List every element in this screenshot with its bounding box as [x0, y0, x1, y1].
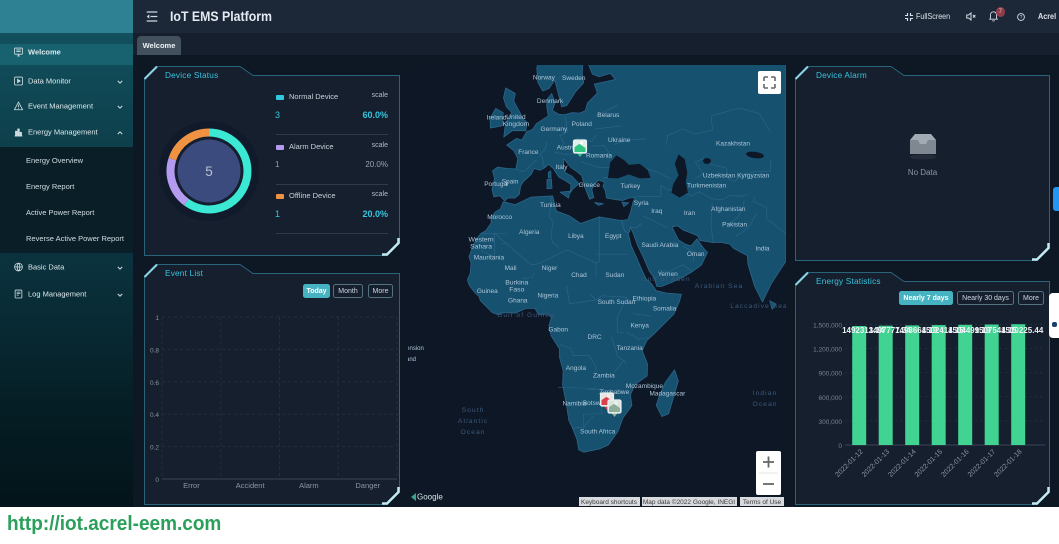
svg-text:5: 5 — [205, 164, 213, 179]
svg-text:Namibia: Namibia — [562, 401, 586, 408]
svg-text:Gulf of Aden: Gulf of Aden — [641, 276, 690, 283]
svg-text:Tanzania: Tanzania — [617, 345, 643, 352]
svg-text:?: ? — [1019, 15, 1022, 21]
svg-text:UnitedKingdom: United Kingdom — [502, 114, 529, 128]
svg-text:Kazakhstan: Kazakhstan — [716, 141, 750, 148]
svg-text:Ethiopia: Ethiopia — [633, 296, 657, 303]
svg-text:Ocean: Ocean — [460, 429, 485, 436]
svg-text:Ocean: Ocean — [752, 401, 777, 408]
svg-text:Niger: Niger — [542, 265, 558, 272]
svg-text:Terms of Use: Terms of Use — [743, 499, 782, 506]
svg-text:1: 1 — [155, 315, 159, 322]
svg-text:Ghana: Ghana — [508, 298, 528, 305]
svg-text:Turkmenistan: Turkmenistan — [687, 183, 727, 190]
svg-text:1,200,000: 1,200,000 — [813, 347, 842, 354]
svg-text:Arabian Sea: Arabian Sea — [695, 283, 743, 290]
svg-text:Mozambique: Mozambique — [626, 383, 664, 390]
svg-text:Poland: Poland — [572, 121, 593, 128]
svg-text:Libya: Libya — [568, 233, 584, 240]
svg-text:Mali: Mali — [505, 265, 517, 272]
svg-text:Oman: Oman — [687, 251, 705, 258]
svg-text:Belarus: Belarus — [597, 112, 620, 119]
svg-text:Google: Google — [417, 493, 443, 502]
svg-text:Gulf of Guinea: Gulf of Guinea — [497, 312, 555, 319]
svg-text:Portugal: Portugal — [484, 181, 509, 188]
svg-text:Laccadive Sea: Laccadive Sea — [730, 303, 786, 310]
svg-text:Sudan: Sudan — [605, 272, 624, 279]
svg-text:Kyrgyzstan: Kyrgyzstan — [737, 173, 770, 180]
svg-text:1,500,000: 1,500,000 — [813, 323, 842, 330]
svg-text:Alarm: Alarm — [299, 481, 319, 490]
svg-text:Iran: Iran — [684, 210, 696, 217]
svg-text:Syria: Syria — [634, 200, 649, 207]
svg-text:600,000: 600,000 — [819, 395, 843, 402]
svg-text:Atlantic: Atlantic — [458, 418, 488, 425]
svg-text:Mauritania: Mauritania — [474, 255, 505, 262]
svg-text:Italy: Italy — [556, 164, 569, 171]
svg-text:Guinea: Guinea — [477, 288, 498, 295]
svg-text:Island: Island — [408, 357, 416, 363]
svg-text:Madagascar: Madagascar — [650, 391, 687, 398]
svg-text:900,000: 900,000 — [819, 371, 843, 378]
svg-text:Kenya: Kenya — [630, 322, 649, 329]
svg-text:Sweden: Sweden — [562, 75, 586, 82]
svg-text:Ascension: Ascension — [408, 346, 424, 352]
svg-text:Somalia: Somalia — [653, 306, 677, 313]
svg-text:Ireland: Ireland — [487, 114, 507, 121]
svg-text:0.4: 0.4 — [150, 412, 159, 419]
svg-text:300,000: 300,000 — [819, 419, 843, 426]
svg-text:Turkey: Turkey — [621, 183, 641, 190]
svg-text:WesternSahara: Western Sahara — [469, 237, 494, 251]
svg-text:India: India — [755, 246, 769, 253]
svg-text:0: 0 — [838, 443, 842, 450]
svg-text:Nigeria: Nigeria — [538, 292, 559, 299]
svg-text:South Sudan: South Sudan — [598, 299, 636, 306]
svg-text:Denmark: Denmark — [537, 98, 564, 105]
svg-text:0.8: 0.8 — [150, 347, 159, 354]
svg-text:Zambia: Zambia — [593, 373, 615, 380]
svg-text:Norway: Norway — [533, 74, 556, 81]
svg-text:Iraq: Iraq — [651, 208, 663, 215]
svg-text:Egypt: Egypt — [605, 233, 622, 240]
svg-text:0: 0 — [155, 477, 159, 484]
svg-text:Indian: Indian — [753, 390, 778, 397]
svg-text:Ukraine: Ukraine — [608, 137, 631, 144]
svg-text:South: South — [462, 407, 485, 414]
svg-text:Tunisia: Tunisia — [540, 202, 561, 209]
svg-text:Keyboard shortcuts: Keyboard shortcuts — [581, 499, 638, 506]
svg-text:Morocco: Morocco — [487, 214, 512, 221]
svg-text:Error: Error — [183, 481, 200, 490]
svg-text:South Africa: South Africa — [580, 428, 615, 435]
svg-text:Chad: Chad — [571, 272, 587, 279]
svg-text:France: France — [518, 149, 539, 156]
svg-text:0.6: 0.6 — [150, 380, 159, 387]
svg-text:Romania: Romania — [586, 152, 612, 159]
svg-text:Algeria: Algeria — [519, 229, 540, 236]
svg-text:DRC: DRC — [588, 334, 602, 341]
svg-text:Saudi Arabia: Saudi Arabia — [641, 242, 678, 249]
svg-text:Accident: Accident — [236, 481, 266, 490]
svg-text:Germany: Germany — [541, 126, 568, 133]
svg-text:Map data ©2022 Google, INEGI: Map data ©2022 Google, INEGI — [643, 498, 735, 506]
svg-text:2022-01-18: 2022-01-18 — [993, 448, 1023, 478]
svg-text:1510225.44: 1510225.44 — [1001, 326, 1044, 335]
svg-text:Greece: Greece — [579, 182, 601, 189]
svg-text:Gabon: Gabon — [548, 327, 568, 334]
svg-text:Pakistan: Pakistan — [722, 222, 747, 229]
svg-text:Uzbekistan: Uzbekistan — [703, 173, 736, 180]
svg-text:0.2: 0.2 — [150, 445, 159, 452]
svg-text:Afghanistan: Afghanistan — [711, 206, 746, 213]
svg-text:Angola: Angola — [566, 365, 587, 372]
svg-text:Danger: Danger — [355, 481, 380, 490]
